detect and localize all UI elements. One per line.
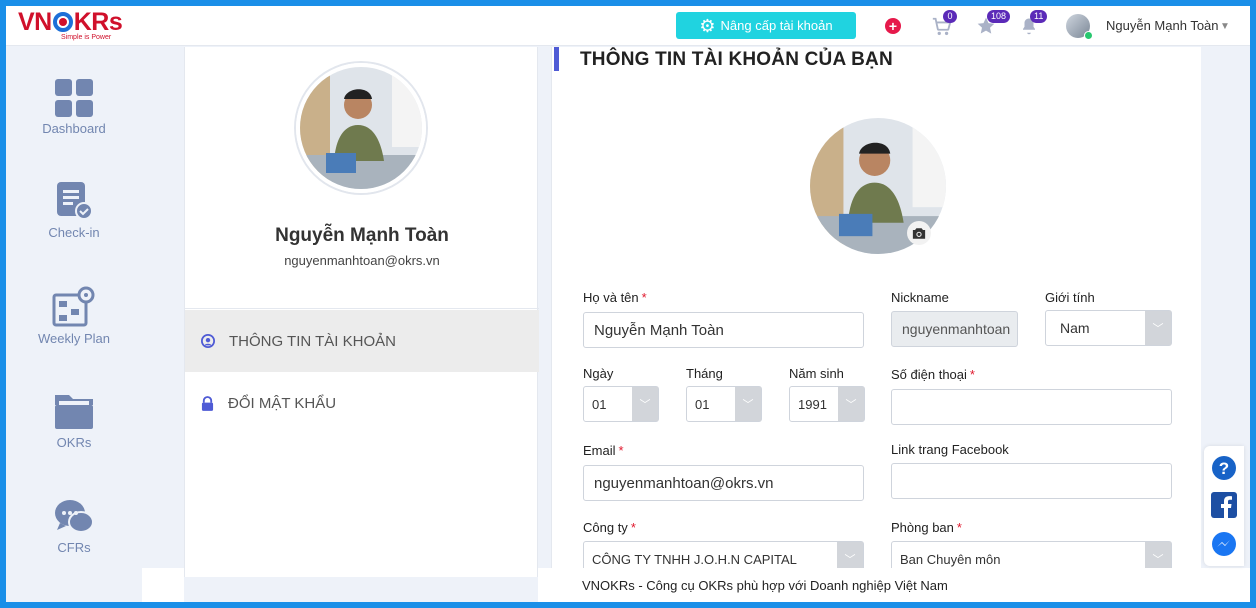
menu-label: ĐỔI MẬT KHẨU: [228, 394, 337, 412]
facebook-label: Link trang Facebook: [891, 442, 1009, 457]
company-value: CÔNG TY TNHH J.O.H.N CAPITAL: [592, 551, 797, 567]
menu-account-info[interactable]: THÔNG TIN TÀI KHOẢN: [185, 310, 539, 372]
sidebar-item-check-in[interactable]: Check-in: [6, 181, 142, 240]
plus-circle-icon[interactable]: +: [885, 18, 901, 34]
avatar-photo: [300, 67, 422, 189]
checkin-icon: [57, 182, 93, 220]
gender-label: Giới tính: [1045, 290, 1095, 305]
help-icon: ?: [1212, 456, 1236, 480]
nickname-field: nguyenmanhtoan: [891, 311, 1018, 347]
gender-value: Nam: [1060, 320, 1090, 336]
upgrade-label: Nâng cấp tài khoản: [720, 18, 833, 33]
menu-change-password[interactable]: ĐỔI MẬT KHẨU: [185, 372, 539, 434]
sidebar-item-label: CFRs: [57, 540, 91, 555]
fullname-label: Họ và tên *: [583, 290, 647, 305]
section-accent-bar: [554, 47, 559, 71]
gender-select[interactable]: Nam ﹀: [1045, 310, 1172, 346]
cart-count-badge: 0: [943, 10, 957, 23]
logo-tagline: Simple is Power: [61, 34, 112, 41]
month-value: 01: [695, 396, 710, 412]
nickname-label: Nickname: [891, 290, 949, 305]
profile-card: Nguyễn Mạnh Toàn nguyenmanhtoan@okrs.vn …: [184, 47, 539, 577]
email-label: Email *: [583, 443, 624, 458]
sidebar-item-weekly-plan[interactable]: Weekly Plan: [6, 285, 142, 346]
top-header: VN KRs Simple is Power ⚙ Nâng cấp tài kho…: [6, 6, 1250, 46]
email-field[interactable]: nguyenmanhtoan@okrs.vn: [583, 465, 864, 501]
account-form-card: THÔNG TIN TÀI KHOẢN CỦA BẠN Họ và tên*: [551, 47, 1201, 577]
logo[interactable]: VN KRs Simple is Power: [18, 8, 123, 41]
chevron-down-icon[interactable]: ▼: [1220, 21, 1230, 32]
support-widgets: ?: [1204, 446, 1244, 566]
chevron-down-icon: ﹀: [632, 387, 658, 421]
svg-text:?: ?: [1219, 459, 1229, 478]
help-button[interactable]: ?: [1211, 455, 1237, 481]
dashboard-icon: [55, 79, 93, 117]
chat-icon: [55, 500, 94, 533]
favorites-button[interactable]: 108: [976, 10, 1011, 38]
menu-label: THÔNG TIN TÀI KHOẢN: [229, 332, 396, 350]
day-label: Ngày: [583, 366, 614, 381]
footer: VNOKRs - Công cụ OKRs phù hợp với Doanh …: [538, 568, 1250, 602]
chevron-down-icon: ﹀: [838, 387, 864, 421]
department-value: Ban Chuyên môn: [900, 551, 1001, 567]
month-select[interactable]: 01 ﹀: [686, 386, 762, 422]
gear-icon: ⚙: [699, 15, 716, 36]
camera-icon: [912, 228, 926, 239]
profile-name: Nguyễn Mạnh Toàn: [275, 225, 449, 246]
lock-icon: [201, 395, 214, 411]
messenger-button[interactable]: [1211, 531, 1237, 557]
facebook-icon: [1211, 492, 1237, 518]
header-user-name[interactable]: Nguyễn Mạnh Toàn: [1106, 18, 1219, 33]
facebook-button[interactable]: [1211, 492, 1237, 518]
sidebar-item-label: Check-in: [48, 225, 100, 240]
weekly-plan-icon: [52, 286, 95, 327]
bell-count-badge: 11: [1030, 10, 1048, 23]
company-label: Công ty *: [583, 520, 636, 535]
sidebar-item-okrs[interactable]: OKRs: [6, 391, 142, 450]
footer-spacer: [142, 568, 184, 602]
birth-year-value: 1991: [798, 396, 827, 412]
birth-year-select[interactable]: 1991 ﹀: [789, 386, 865, 422]
sidebar-item-dashboard[interactable]: Dashboard: [6, 79, 142, 136]
messenger-icon: [1212, 532, 1236, 556]
sidebar-item-label: OKRs: [56, 435, 92, 450]
profile-summary: Nguyễn Mạnh Toàn nguyenmanhtoan@okrs.vn: [185, 47, 539, 309]
day-select[interactable]: 01 ﹀: [583, 386, 659, 422]
cart-button[interactable]: 0: [931, 10, 957, 38]
chevron-down-icon: ﹀: [1145, 311, 1171, 345]
sidebar-item-label: Dashboard: [42, 121, 106, 136]
profile-email: nguyenmanhtoan@okrs.vn: [284, 253, 440, 268]
facebook-field[interactable]: [891, 463, 1172, 499]
birth-year-label: Năm sinh: [789, 366, 844, 381]
fullname-field[interactable]: Nguyễn Mạnh Toàn: [583, 312, 864, 348]
phone-field[interactable]: [891, 389, 1172, 425]
day-value: 01: [592, 396, 607, 412]
online-status-dot: [1084, 31, 1093, 40]
month-label: Tháng: [686, 366, 723, 381]
change-avatar-button[interactable]: [907, 221, 931, 245]
star-count-badge: 108: [987, 10, 1011, 23]
phone-label: Số điện thoại *: [891, 367, 975, 382]
profile-avatar: [296, 63, 426, 193]
app-window: VN KRs Simple is Power ⚙ Nâng cấp tài kho…: [6, 6, 1250, 602]
chevron-down-icon: ﹀: [735, 387, 761, 421]
sidebar-item-cfrs[interactable]: CFRs: [6, 498, 142, 555]
sidebar-item-label: Weekly Plan: [37, 331, 110, 346]
user-circle-icon: [201, 334, 215, 348]
notifications-button[interactable]: 11: [1020, 10, 1048, 38]
sidebar: Dashboard Check-in Weekly Plan OKRs CFRs: [6, 47, 142, 602]
page-title: THÔNG TIN TÀI KHOẢN CỦA BẠN: [580, 49, 893, 70]
folder-icon: [55, 395, 93, 429]
footer-text: VNOKRs - Công cụ OKRs phù hợp với Doanh …: [582, 577, 948, 593]
department-label: Phòng ban *: [891, 520, 962, 535]
header-avatar[interactable]: [1066, 14, 1093, 40]
upgrade-account-button[interactable]: ⚙ Nâng cấp tài khoản: [676, 12, 856, 39]
logo-wordmark: VN KRs: [18, 8, 123, 36]
